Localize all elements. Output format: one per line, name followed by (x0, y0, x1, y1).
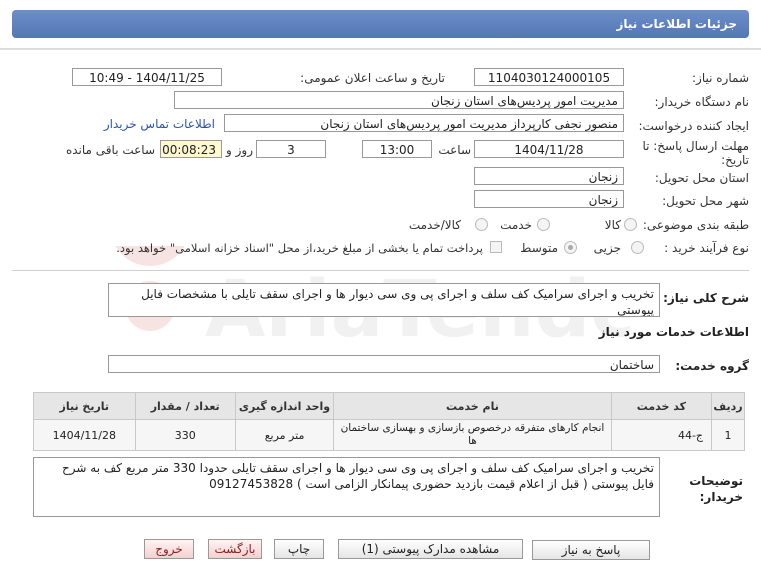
buyer-field: مدیریت امور پردیس‌های استان زنجان (174, 91, 624, 109)
category-option-goods-radio[interactable] (624, 218, 637, 231)
summary-label: شرح کلی نیاز: (663, 291, 749, 305)
days-label: روز و (226, 143, 253, 157)
col-qty: تعداد / مقدار (134, 392, 236, 420)
back-button[interactable]: بازگشت (208, 539, 262, 559)
process-type-label: نوع فرآیند خرید : (664, 241, 749, 255)
services-section-title: اطلاعات خدمات مورد نیاز (598, 325, 749, 339)
col-date: تاریخ نیاز (33, 392, 136, 420)
category-option-goods-label: کالا (604, 218, 621, 232)
deadline-label: مهلت ارسال پاسخ: تا (642, 139, 749, 153)
section-divider (12, 270, 749, 271)
province-field: زنجان (474, 167, 624, 185)
category-option-service-radio[interactable] (537, 218, 550, 231)
process-option-medium-radio[interactable] (564, 241, 577, 254)
services-table-header: ردیف کد خدمت نام خدمت واحد اندازه گیری ت… (33, 392, 745, 420)
announce-label: تاریخ و ساعت اعلان عمومی: (300, 71, 445, 85)
col-index: ردیف (711, 392, 745, 420)
remaining-time-label: ساعت باقی مانده (65, 143, 155, 157)
announce-datetime-field: 1404/11/25 - 10:49 (72, 68, 222, 86)
need-number-field: 1104030124000105 (474, 68, 624, 86)
row-date: 1404/11/28 (33, 419, 136, 451)
province-label: استان محل تحویل: (654, 171, 749, 185)
table-row: 1 ج-44 انجام کارهای متفرقه درخصوص بازساز… (33, 419, 745, 451)
process-option-medium-label: متوسط (520, 241, 558, 255)
category-label: طبقه بندی موضوعی: (642, 218, 749, 232)
col-unit: واحد اندازه گیری (234, 392, 335, 420)
service-group-label: گروه خدمت: (675, 359, 749, 373)
row-qty: 330 (134, 419, 236, 451)
row-service-name: انجام کارهای متفرقه درخصوص بازسازی و بهس… (333, 419, 612, 451)
deadline-date-field: 1404/11/28 (474, 140, 624, 158)
buyer-contact-link[interactable]: اطلاعات تماس خریدار (104, 117, 215, 131)
description-label-buyer: خریدار: (699, 490, 743, 504)
deadline-time-label: ساعت (438, 143, 471, 157)
exit-button[interactable]: خروج (144, 539, 194, 559)
services-table: ردیف کد خدمت نام خدمت واحد اندازه گیری ت… (33, 392, 745, 451)
row-code: ج-44 (610, 419, 713, 451)
need-number-label: شماره نیاز: (692, 71, 749, 85)
row-index: 1 (711, 419, 745, 451)
city-field: زنجان (474, 190, 624, 208)
page-header: جزئیات اطلاعات نیاز (0, 0, 761, 50)
view-attachments-button[interactable]: مشاهده مدارک پیوستی (1) (338, 539, 523, 559)
process-option-minor-label: جزیی (593, 241, 621, 255)
row-unit: متر مربع (234, 419, 335, 451)
buyer-label: نام دستگاه خریدار: (654, 95, 750, 109)
page-title: جزئیات اطلاعات نیاز (12, 10, 749, 38)
treasury-payment-note: پرداخت تمام یا بخشی از مبلغ خرید،از محل … (116, 241, 483, 255)
creator-label: ایجاد کننده درخواست: (638, 119, 749, 133)
description-label: توضیحات (689, 474, 743, 488)
service-group-field: ساختمان (108, 355, 660, 373)
category-option-both-radio[interactable] (475, 218, 488, 231)
col-name: نام خدمت (333, 392, 612, 420)
category-option-both-label: کالا/خدمت (408, 218, 461, 232)
city-label: شهر محل تحویل: (662, 194, 749, 208)
deadline-label-date: تاریخ: (721, 153, 749, 167)
buyer-description-textarea: تخریب و اجرای سرامیک کف سلف و اجرای پی و… (33, 457, 660, 517)
creator-field: منصور نجفی کارپرداز مدیریت امور پردیس‌ها… (224, 114, 624, 132)
treasury-payment-checkbox[interactable] (490, 241, 502, 253)
deadline-time-field: 13:00 (362, 140, 432, 158)
col-code: کد خدمت (610, 392, 713, 420)
remaining-time-field: 00:08:23 (160, 140, 222, 158)
category-option-service-label: خدمت (500, 218, 532, 232)
days-remaining-field: 3 (256, 140, 326, 158)
print-button[interactable]: چاپ (274, 539, 324, 559)
process-option-minor-radio[interactable] (631, 241, 644, 254)
reply-button[interactable]: پاسخ به نیاز (532, 540, 650, 560)
summary-textarea: تخریب و اجرای سرامیک کف سلف و اجرای پی و… (108, 283, 660, 317)
